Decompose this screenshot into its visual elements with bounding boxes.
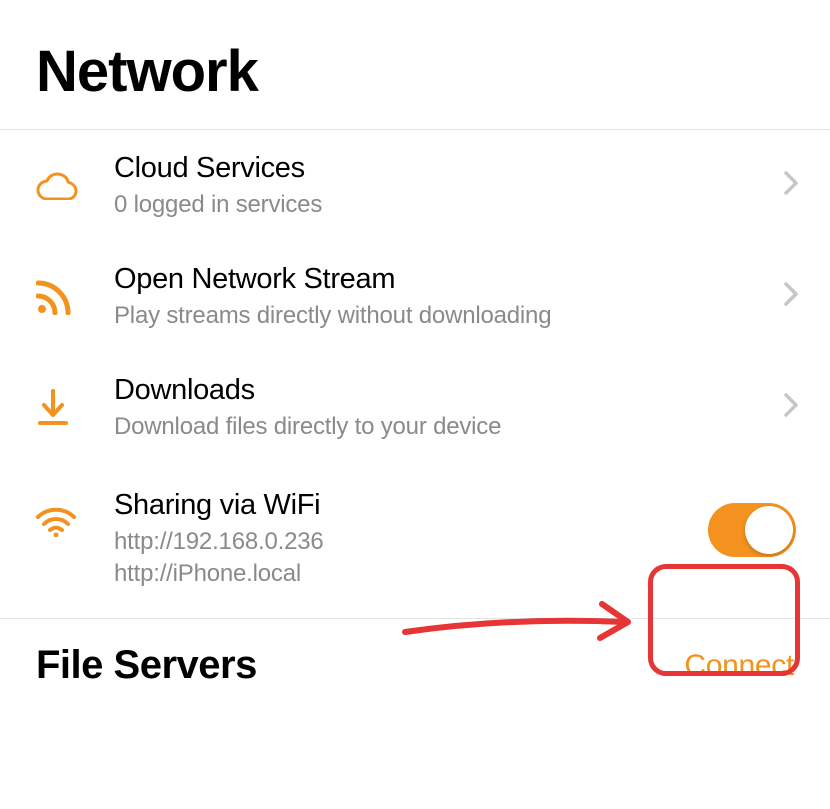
row-title: Open Network Stream bbox=[114, 263, 784, 296]
row-subtitle: 0 logged in services bbox=[114, 191, 784, 219]
row-subtitle: Download files directly to your device bbox=[114, 413, 784, 441]
row-sharing-wifi: Sharing via WiFi http://192.168.0.236 ht… bbox=[0, 463, 830, 610]
sharing-wifi-toggle[interactable] bbox=[708, 503, 796, 557]
row-title: Downloads bbox=[114, 374, 784, 407]
chevron-right-icon bbox=[784, 282, 804, 311]
page-title: Network bbox=[36, 38, 794, 105]
row-title: Sharing via WiFi bbox=[114, 489, 708, 522]
row-downloads[interactable]: Downloads Download files directly to you… bbox=[0, 352, 830, 463]
chevron-right-icon bbox=[784, 171, 804, 200]
row-cloud-services[interactable]: Cloud Services 0 logged in services bbox=[0, 130, 830, 241]
wifi-icon bbox=[36, 489, 96, 537]
chevron-right-icon bbox=[784, 393, 804, 422]
row-content: Downloads Download files directly to you… bbox=[96, 374, 784, 441]
row-content: Sharing via WiFi http://192.168.0.236 ht… bbox=[96, 489, 708, 588]
row-subtitle: Play streams directly without downloadin… bbox=[114, 302, 784, 330]
file-servers-section: File Servers Connect bbox=[0, 618, 830, 708]
network-list: Cloud Services 0 logged in services Open… bbox=[0, 130, 830, 610]
cloud-icon bbox=[36, 172, 96, 200]
row-content: Cloud Services 0 logged in services bbox=[96, 152, 784, 219]
sharing-url-1: http://192.168.0.236 bbox=[114, 528, 708, 556]
row-title: Cloud Services bbox=[114, 152, 784, 185]
download-icon bbox=[36, 389, 96, 427]
section-title: File Servers bbox=[36, 643, 257, 688]
rss-icon bbox=[36, 279, 96, 315]
connect-button[interactable]: Connect bbox=[684, 649, 794, 683]
row-open-network-stream[interactable]: Open Network Stream Play streams directl… bbox=[0, 241, 830, 352]
page-header: Network bbox=[0, 0, 830, 130]
row-content: Open Network Stream Play streams directl… bbox=[96, 263, 784, 330]
sharing-url-2: http://iPhone.local bbox=[114, 560, 708, 588]
toggle-knob bbox=[745, 506, 793, 554]
